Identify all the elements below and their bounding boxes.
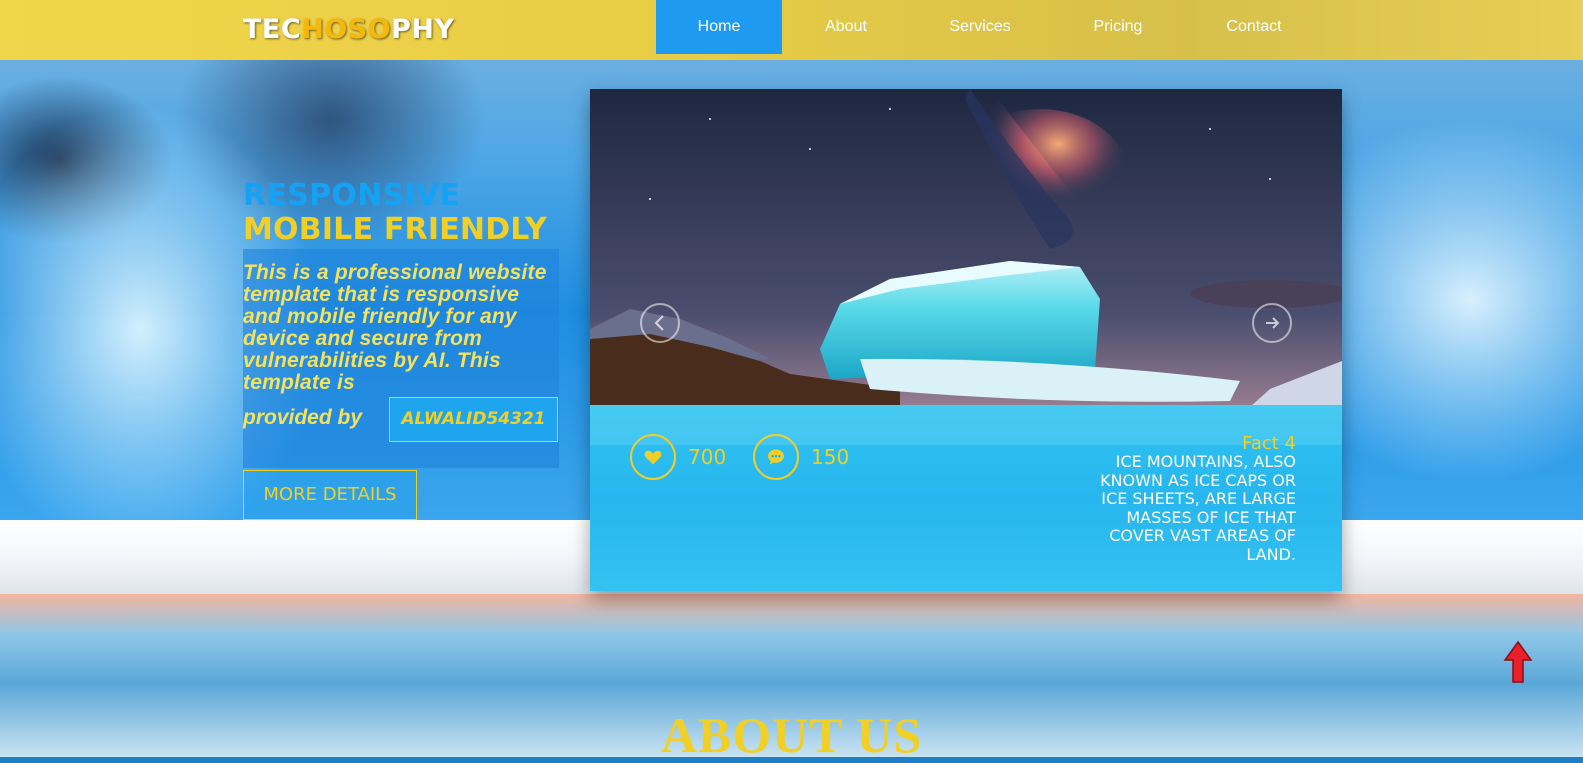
main-nav: Home About Services Pricing Contact — [656, 0, 1322, 54]
slider-prev-button[interactable] — [640, 303, 680, 343]
slider-next-button[interactable] — [1252, 303, 1292, 343]
likes-count: 700 — [688, 445, 727, 469]
logo-part3: PHY — [391, 14, 455, 45]
scroll-to-top-button[interactable] — [1503, 640, 1533, 686]
comments-count: 150 — [811, 445, 850, 469]
fact-text: ICE MOUNTAINS, ALSO KNOWN AS ICE CAPS OR… — [1100, 452, 1296, 564]
arrow-right-icon — [1266, 317, 1280, 329]
author-button[interactable]: ALWALID54321 — [389, 397, 558, 442]
hero-description: This is a professional website template … — [243, 261, 547, 394]
comments-icon-circle — [753, 434, 799, 480]
arrow-up-icon — [1503, 640, 1533, 683]
likes-icon-circle — [630, 434, 676, 480]
more-details-button[interactable]: MORE DETAILS — [243, 470, 417, 520]
nav-about[interactable]: About — [782, 0, 910, 54]
about-us-heading: ABOUT US — [660, 707, 923, 763]
fact-title: Fact 4 — [1242, 433, 1296, 454]
comments-counter[interactable]: 150 — [753, 432, 849, 482]
comment-icon — [768, 449, 784, 465]
site-logo[interactable]: TECHOSOPHY — [243, 14, 455, 45]
heart-icon — [644, 450, 662, 465]
provided-by-label: provided by — [243, 406, 363, 429]
image-slider: 700 150 Fact 4 ICE MOUNTAINS, ALSO KNOWN… — [590, 89, 1342, 591]
logo-part2: HOSO — [301, 14, 392, 45]
logo-part1: TEC — [243, 14, 302, 45]
hero-heading-responsive: RESPONSIVE — [243, 178, 461, 213]
likes-counter[interactable]: 700 — [630, 432, 726, 482]
hero-heading-mobile-friendly: MOBILE FRIENDLY — [243, 212, 547, 247]
nav-pricing[interactable]: Pricing — [1050, 0, 1186, 54]
nav-contact[interactable]: Contact — [1186, 0, 1322, 54]
nav-services[interactable]: Services — [910, 0, 1050, 54]
arrow-left-icon — [654, 315, 664, 331]
navbar: TECHOSOPHY Home About Services Pricing C… — [0, 0, 1583, 60]
nav-home[interactable]: Home — [656, 0, 782, 54]
